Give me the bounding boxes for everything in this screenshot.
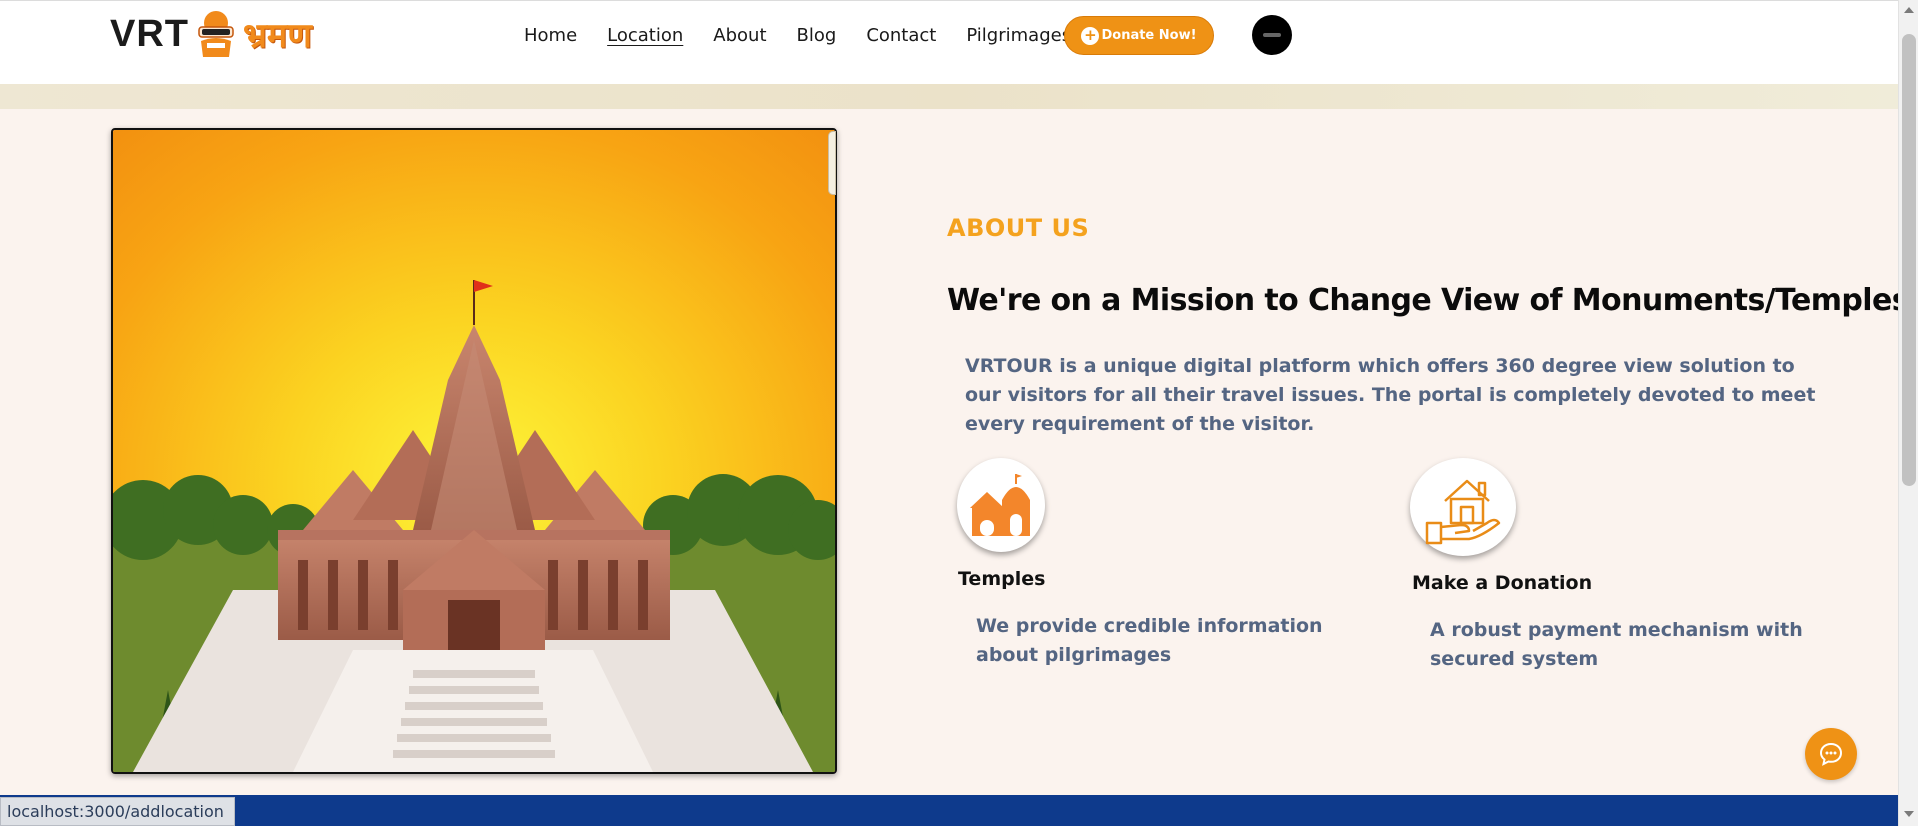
about-description: VRTOUR is a unique digital platform whic… — [965, 355, 1816, 435]
header-band — [0, 84, 1898, 109]
chat-bubble-icon — [1819, 742, 1843, 766]
nav-about[interactable]: About — [713, 25, 766, 46]
page-scrollbar[interactable] — [1898, 0, 1918, 826]
about-heading: We're on a Mission to Change View of Mon… — [947, 283, 1918, 318]
feature-title-donation: Make a Donation — [1412, 572, 1593, 594]
about-tag: ABOUT US — [947, 214, 1090, 242]
donate-button-label: Donate Now! — [1101, 28, 1197, 43]
status-bar-url: localhost:3000/addlocation — [0, 797, 235, 826]
nav-home[interactable]: Home — [524, 25, 577, 46]
logo-text-vrt: VRT — [110, 12, 189, 55]
temple-icon — [957, 458, 1045, 552]
scroll-down-arrow-icon[interactable] — [1904, 811, 1914, 817]
chat-button[interactable] — [1805, 728, 1857, 780]
main-nav: Home Location About Blog Contact Pilgrim… — [524, 1, 1101, 69]
feature-description-temples: We provide credible information about pi… — [976, 615, 1323, 666]
nav-contact[interactable]: Contact — [866, 25, 936, 46]
scroll-up-arrow-icon[interactable] — [1904, 7, 1914, 13]
avatar-logo-icon — [1263, 33, 1281, 37]
feature-description-donation: A robust payment mechanism with secured … — [1430, 619, 1803, 670]
image-frame-tab — [828, 131, 836, 195]
feature-title-temples: Temples — [958, 568, 1046, 590]
site-header: VRT भ्रमण Home Location About Blog Conta… — [0, 0, 1898, 84]
hand-house-icon — [1410, 458, 1516, 556]
logo-mascot-icon — [193, 9, 239, 59]
logo-text-hindi: भ्रमण — [243, 16, 312, 56]
nav-blog[interactable]: Blog — [797, 25, 837, 46]
plus-circle-icon: + — [1081, 26, 1100, 45]
scroll-thumb[interactable] — [1902, 34, 1916, 486]
site-logo[interactable]: VRT भ्रमण — [110, 5, 312, 63]
nav-location[interactable]: Location — [607, 25, 683, 46]
avatar[interactable] — [1252, 15, 1292, 55]
donate-button[interactable]: + Donate Now! — [1064, 16, 1214, 55]
temple-image — [111, 128, 837, 774]
footer-band — [0, 795, 1898, 826]
nav-pilgrimages[interactable]: Pilgrimages — [966, 25, 1071, 46]
